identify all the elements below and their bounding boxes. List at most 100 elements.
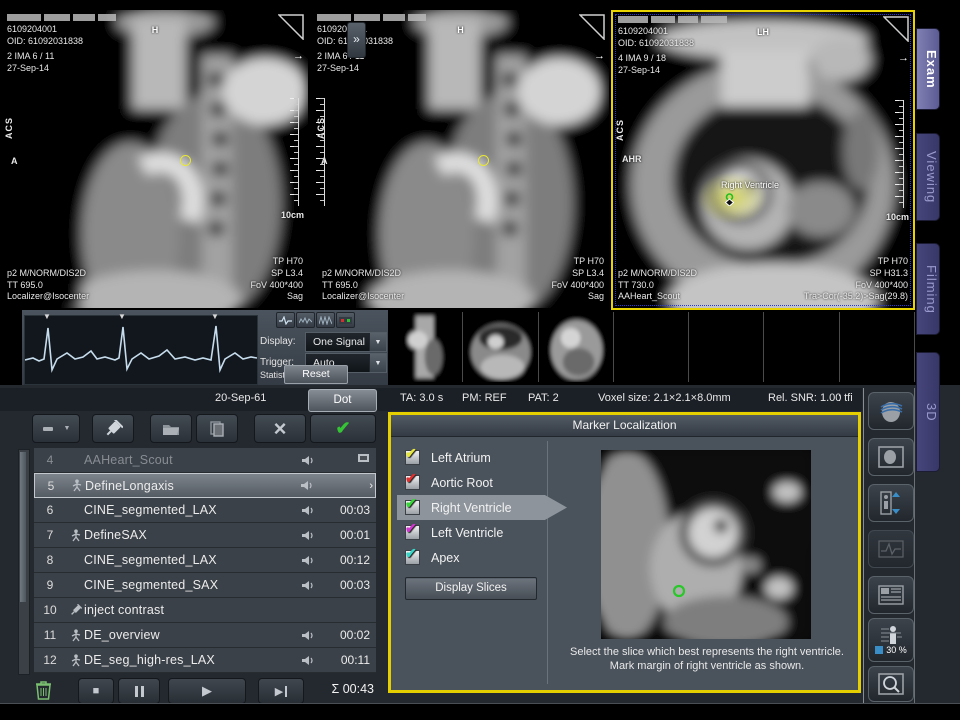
viewport-sagittal-1[interactable]: 6109204001 OID: 61092031838 2 IMA 6 / 11… — [2, 10, 308, 308]
copy-protocol-button[interactable] — [196, 414, 238, 443]
scroll-arrow-icon[interactable]: → — [293, 50, 304, 62]
document-copy-icon — [210, 421, 224, 437]
orientation-label-left: A — [11, 156, 18, 168]
page-corner-icon[interactable] — [579, 14, 605, 40]
signal-resp-icon[interactable] — [316, 312, 335, 328]
panel-separator — [914, 388, 915, 704]
protocol-row[interactable]: 5DefineLongaxis› — [34, 473, 376, 498]
thumbnail-empty[interactable] — [764, 312, 839, 382]
thumbnail-axial[interactable] — [539, 312, 614, 382]
orientation-label-top: H — [457, 25, 464, 37]
marker-checkbox[interactable]: ✔ — [405, 450, 420, 465]
panel-separator — [863, 388, 864, 704]
protocol-row[interactable]: 7DefineSAX00:01 — [34, 523, 376, 548]
cancel-button[interactable]: × — [254, 414, 306, 443]
trigger-marker-icon: ▼ — [118, 312, 126, 321]
head-coil-button[interactable] — [868, 392, 914, 430]
speaker-icon — [301, 630, 314, 641]
signal-ext-icon[interactable] — [336, 312, 355, 328]
trigger-marker-icon: ▼ — [43, 312, 51, 321]
queue-split-button[interactable]: ▼ — [32, 414, 80, 443]
bottom-black-strip — [0, 703, 960, 720]
dialog-title[interactable]: Marker Localization — [391, 415, 858, 437]
physio-signal-button[interactable] — [868, 530, 914, 568]
scale-ruler — [316, 98, 325, 206]
protocol-row[interactable]: 10inject contrast — [34, 598, 376, 623]
close-icon: × — [274, 419, 287, 439]
scanner-console-screen: 6109204001 OID: 61092031838 2 IMA 6 / 11… — [0, 0, 960, 720]
inject-contrast-button[interactable] — [92, 414, 134, 443]
play-icon: ▶ — [202, 683, 212, 699]
tech-params: p2 M/NORM/DIS2DTT 695.0Localizer@Isocent… — [7, 268, 89, 303]
page-corner-icon[interactable] — [278, 14, 304, 40]
trash-icon — [35, 680, 52, 700]
protocol-scrollbar[interactable] — [18, 449, 30, 675]
head-coil-icon — [878, 399, 904, 423]
trigger-marker-icon: ▼ — [211, 312, 219, 321]
person-icon — [70, 629, 81, 642]
expand-physio-button[interactable]: » — [347, 22, 366, 58]
waveform-icon — [878, 540, 904, 558]
tab-exam[interactable]: Exam — [916, 28, 940, 110]
display-select[interactable]: One Signal▼ — [305, 332, 387, 352]
thumbnail-empty[interactable] — [689, 312, 764, 382]
marker-checkbox[interactable]: ✔ — [405, 525, 420, 540]
tech-params: p2 M/NORM/DIS2DTT 695.0Localizer@Isocent… — [322, 268, 404, 303]
orientation-label-top: H — [152, 25, 159, 37]
rv-marker-icon[interactable] — [723, 193, 736, 206]
thumbnail-sagittal[interactable] — [388, 312, 463, 382]
protocol-row[interactable]: 12DE_seg_high-res_LAX00:11 — [34, 648, 376, 673]
reference-slice-image[interactable] — [601, 450, 811, 639]
scroll-arrow-icon[interactable]: → — [594, 50, 605, 62]
marker-item[interactable]: ✔Left Atrium — [397, 445, 555, 470]
stop-button[interactable]: ■ — [78, 678, 114, 704]
marker-item[interactable]: ✔Right Ventricle — [397, 495, 567, 520]
ta-value: TA: 3.0 s — [400, 392, 443, 404]
protocol-row[interactable]: 4AAHeart_Scout — [34, 448, 376, 473]
thumbnail-empty[interactable] — [614, 312, 689, 382]
dot-engine-button[interactable]: Dot — [308, 389, 377, 412]
rel-snr: Rel. SNR: 1.00 — [768, 392, 841, 404]
protocol-row[interactable]: 11DE_overview00:02 — [34, 623, 376, 648]
thumbnail-coronal[interactable] — [463, 312, 538, 382]
open-folder-button[interactable] — [150, 414, 192, 443]
image-info-block: 6109204001 OID: 61092031838 2 IMA 6 / 11… — [7, 24, 83, 75]
tab-viewing[interactable]: Viewing — [916, 133, 940, 221]
marker-checkbox[interactable]: ✔ — [405, 500, 420, 515]
display-slices-button[interactable]: Display Slices — [405, 577, 537, 600]
image-zoom-button[interactable] — [868, 666, 914, 702]
marker-checkbox[interactable]: ✔ — [405, 550, 420, 565]
speaker-icon — [301, 505, 314, 516]
exam-info-button[interactable] — [868, 576, 914, 614]
viewport-heart-selected[interactable]: 6109204001 OID: 61092031838 4 IMA 9 / 18… — [611, 10, 915, 310]
protocol-row[interactable]: 8CINE_segmented_LAX00:12 — [34, 548, 376, 573]
thumbnail-empty[interactable] — [840, 312, 915, 382]
sar-value: 30 % — [886, 645, 907, 655]
trash-button[interactable] — [28, 678, 58, 702]
page-corner-icon[interactable] — [883, 16, 909, 42]
tab-3d[interactable]: 3D — [916, 352, 940, 472]
person-icon — [70, 654, 81, 667]
confirm-button[interactable]: ✔ — [310, 414, 376, 443]
marker-item[interactable]: ✔Left Ventricle — [397, 520, 555, 545]
scroll-arrow-icon[interactable]: → — [898, 52, 909, 64]
sar-level-button[interactable]: 30 % — [868, 618, 914, 662]
reset-button[interactable]: Reset — [284, 365, 348, 384]
image-review-button[interactable] — [868, 438, 914, 476]
signal-pulse-icon[interactable] — [296, 312, 315, 328]
protocol-row[interactable]: 9CINE_segmented_SAX00:03 — [34, 573, 376, 598]
patient-name-redacted — [618, 16, 727, 23]
speaker-icon — [301, 455, 314, 466]
play-button[interactable]: ▶ — [168, 678, 246, 704]
table-position-button[interactable] — [868, 484, 914, 522]
signal-ecg-icon[interactable] — [276, 312, 295, 328]
marker-checkbox[interactable]: ✔ — [405, 475, 420, 490]
chevron-down-icon: ▼ — [369, 354, 386, 372]
marker-item[interactable]: ✔Aortic Root — [397, 470, 555, 495]
scale-label: 10cm — [281, 210, 304, 222]
protocol-row[interactable]: 6CINE_segmented_LAX00:03 — [34, 498, 376, 523]
tab-filming[interactable]: Filming — [916, 243, 940, 335]
skip-to-end-button[interactable]: ▶ — [258, 678, 304, 704]
pause-button[interactable] — [118, 678, 160, 704]
marker-item[interactable]: ✔Apex — [397, 545, 555, 570]
